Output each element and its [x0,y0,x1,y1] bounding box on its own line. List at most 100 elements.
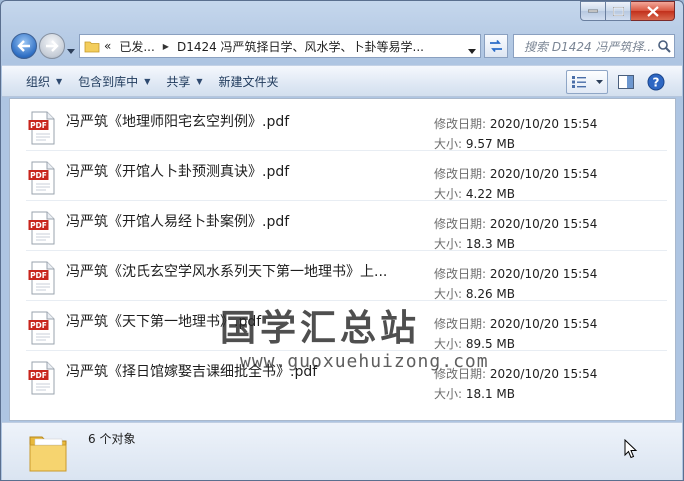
svg-text:PDF: PDF [30,121,47,130]
modified-value: 2020/10/20 15:54 [489,217,598,231]
size-value: 89.5 MB [465,337,515,351]
address-dropdown[interactable] [468,43,476,57]
file-name[interactable]: 冯严筑《开馆人卜卦预测真诀》.pdf [66,161,289,181]
size-label: 大小: [434,287,463,301]
size-label: 大小: [434,187,463,201]
size-value: 18.1 MB [465,387,515,401]
organize-button[interactable]: 组织 ▼ [18,70,70,92]
breadcrumb-segment-parent[interactable]: 已发... [115,35,158,57]
chevron-down-icon: ▼ [196,76,203,86]
details-pane: 6 个对象 [2,422,682,480]
organize-label: 组织 [26,74,51,89]
file-row[interactable]: PDF 冯严筑《地理师阳宅玄空判例》.pdf 修改日期: 2020/10/20 … [10,101,675,151]
search-input[interactable]: 搜索 D1424 冯严筑择... [514,38,654,55]
file-modified: 修改日期: 2020/10/20 15:54 [434,365,597,382]
navigation-bar: « 已发... ▶ D1424 冯严筑择日学、风水学、卜卦等易学... 搜索 D… [1,31,684,63]
file-name[interactable]: 冯严筑《沈氏玄空学风水系列天下第一地理书》上... [66,261,387,281]
breadcrumb-arrow-icon[interactable]: ▶ [159,42,173,51]
svg-text:PDF: PDF [30,271,47,280]
share-label: 共享 [166,74,191,89]
file-modified: 修改日期: 2020/10/20 15:54 [434,165,597,182]
chevron-down-icon [596,80,603,84]
forward-button[interactable] [39,33,65,59]
svg-text:PDF: PDF [30,171,47,180]
refresh-button[interactable] [484,34,508,58]
change-view-button[interactable] [566,70,608,94]
size-label: 大小: [434,337,463,351]
refresh-icon [490,39,502,53]
file-name[interactable]: 冯严筑《天下第一地理书》.pdf [66,311,261,331]
help-button[interactable]: ? [644,70,668,94]
close-icon [646,5,659,17]
file-row[interactable]: PDF 冯严筑《沈氏玄空学风水系列天下第一地理书》上... 修改日期: 2020… [10,251,675,301]
toolbar-right: ? [566,66,682,98]
folder-icon [29,436,67,472]
file-modified: 修改日期: 2020/10/20 15:54 [434,115,597,132]
size-value: 4.22 MB [465,187,515,201]
pdf-file-icon: PDF [28,311,55,345]
item-count: 6 个对象 [88,432,136,446]
size-value: 18.3 MB [465,237,515,251]
include-in-library-label: 包含到库中 [78,74,139,89]
pdf-file-icon: PDF [28,111,55,145]
file-row[interactable]: PDF 冯严筑《择日馆嫁娶吉课细批全书》.pdf 修改日期: 2020/10/2… [10,351,675,401]
svg-text:PDF: PDF [30,321,47,330]
modified-value: 2020/10/20 15:54 [489,167,598,181]
recent-pages-dropdown[interactable] [67,43,75,57]
modified-value: 2020/10/20 15:54 [489,267,598,281]
modified-value: 2020/10/20 15:54 [489,117,598,131]
include-in-library-button[interactable]: 包含到库中 ▼ [70,70,158,92]
maximize-icon [612,6,624,16]
file-row[interactable]: PDF 冯严筑《天下第一地理书》.pdf 修改日期: 2020/10/20 15… [10,301,675,351]
explorer-window: « 已发... ▶ D1424 冯严筑择日学、风水学、卜卦等易学... 搜索 D… [0,0,684,481]
mouse-cursor-icon [624,439,638,459]
chevron-down-icon [468,49,476,54]
caption-buttons [580,1,675,21]
arrow-right-icon [46,40,59,52]
svg-text:PDF: PDF [30,221,47,230]
pdf-file-icon: PDF [28,211,55,245]
file-name[interactable]: 冯严筑《开馆人易经卜卦案例》.pdf [66,211,289,231]
size-label: 大小: [434,237,463,251]
preview-pane-icon [618,75,634,89]
search-button[interactable] [654,39,674,53]
folder-icon [84,41,100,53]
back-button[interactable] [11,33,37,59]
size-value: 9.57 MB [465,137,515,151]
preview-pane-button[interactable] [614,70,638,94]
modified-label: 修改日期: [434,317,487,331]
address-overflow[interactable]: « [100,35,115,57]
address-bar[interactable]: « 已发... ▶ D1424 冯严筑择日学、风水学、卜卦等易学... [79,34,481,58]
close-button[interactable] [631,1,675,21]
arrow-left-icon [17,40,30,52]
file-list[interactable]: PDF 冯严筑《地理师阳宅玄空判例》.pdf 修改日期: 2020/10/20 … [9,98,676,421]
maximize-button[interactable] [606,1,631,21]
chevron-down-icon [67,49,75,54]
new-folder-label: 新建文件夹 [218,74,279,89]
file-name[interactable]: 冯严筑《择日馆嫁娶吉课细批全书》.pdf [66,361,317,381]
new-folder-button[interactable]: 新建文件夹 [211,70,287,92]
file-modified: 修改日期: 2020/10/20 15:54 [434,265,597,282]
search-icon [658,40,671,53]
modified-label: 修改日期: [434,117,487,131]
minimize-button[interactable] [580,1,606,21]
modified-value: 2020/10/20 15:54 [489,317,598,331]
modified-label: 修改日期: [434,217,487,231]
details-view-icon [572,76,586,88]
command-toolbar: 组织 ▼ 包含到库中 ▼ 共享 ▼ 新建文件夹 ? [2,65,682,97]
modified-label: 修改日期: [434,167,487,181]
file-name[interactable]: 冯严筑《地理师阳宅玄空判例》.pdf [66,111,289,131]
search-box[interactable]: 搜索 D1424 冯严筑择... [513,34,675,58]
svg-text:?: ? [653,76,660,90]
size-value: 8.26 MB [465,287,515,301]
svg-text:PDF: PDF [30,371,47,380]
pdf-file-icon: PDF [28,161,55,195]
file-modified: 修改日期: 2020/10/20 15:54 [434,315,597,332]
file-size: 大小: 18.1 MB [434,385,515,402]
file-row[interactable]: PDF 冯严筑《开馆人卜卦预测真诀》.pdf 修改日期: 2020/10/20 … [10,151,675,201]
breadcrumb-segment-current[interactable]: D1424 冯严筑择日学、风水学、卜卦等易学... [173,35,428,57]
minimize-icon [588,9,598,13]
pdf-file-icon: PDF [28,261,55,295]
share-button[interactable]: 共享 ▼ [158,70,210,92]
file-row[interactable]: PDF 冯严筑《开馆人易经卜卦案例》.pdf 修改日期: 2020/10/20 … [10,201,675,251]
